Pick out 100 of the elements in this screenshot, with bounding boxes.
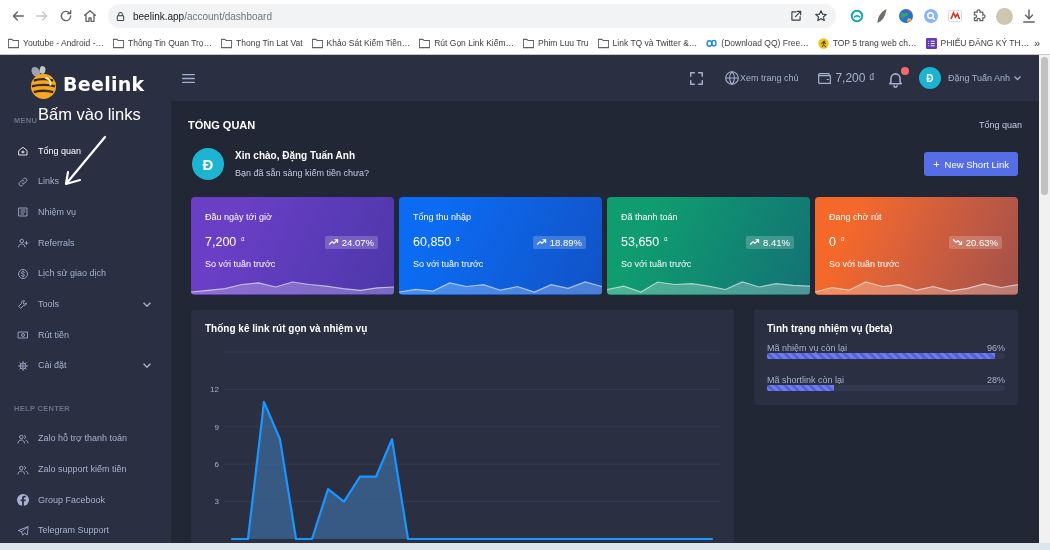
users-icon [17,463,29,476]
star-icon [814,9,828,23]
sidebar-item[interactable]: Cài đặt [0,360,171,372]
wallet-icon [818,71,832,85]
lock-icon [115,10,126,22]
sidebar-item[interactable]: Referrals [0,237,171,249]
bookmark-link[interactable]: Rút Gọn Link Kiếm… [419,37,515,49]
ring-icon [850,9,865,23]
bookmark-link[interactable]: Youtube - Android -… [8,37,104,49]
folder-icon [419,37,431,49]
stat-value: 0 $^{₫}$ [829,235,845,249]
bookmark-link[interactable]: Phim Luu Tru [523,37,589,49]
avatar-icon [995,7,1013,25]
menu-button[interactable] [182,71,195,85]
change-percent: 8.41% [763,236,790,248]
task-percent: 28% [987,375,1005,385]
wrench-icon [17,298,29,311]
arrow-right-icon [34,8,50,24]
sidebar-item[interactable]: Tổng quan [0,145,171,157]
task-label: Mã shortlink còn lại [767,375,845,385]
bookmark-link[interactable]: TOP 5 trang web ch… [817,37,917,49]
chevron-down-icon [143,363,151,369]
facebook-icon [17,494,29,507]
annotation-text: Bấm vào links [38,104,141,124]
new-short-link-button[interactable]: + New Short Link [924,152,1018,176]
share-icon [789,9,803,23]
link-icon [17,175,29,188]
task-label: Mã nhiệm vụ còn lại [767,343,848,353]
fullscreen-icon [689,71,703,85]
runner-icon [817,37,829,49]
menu-icon [182,71,195,85]
view-homepage-link[interactable]: Xem trang chủ [724,71,799,85]
sidebar-item[interactable]: Zalo hỗ trợ thanh toán [0,433,171,445]
sidebar-item[interactable]: Links [0,176,171,188]
puzzle-icon [972,9,987,23]
greeting-title: Xin chào, Đặng Tuấn Anh [235,149,356,162]
sidebar-item[interactable]: Nhiệm vụ [0,206,171,218]
fullscreen-button[interactable] [689,71,703,85]
banknote-icon [17,329,29,342]
greeting-subtitle: Bạn đã sẵn sàng kiếm tiền chưa? [235,167,370,179]
folder-icon [112,37,124,49]
bookmark-link[interactable]: PHIẾU ĐĂNG KÝ TH… [925,37,1030,49]
bookmark-link[interactable]: Khảo Sát Kiếm Tiền… [311,37,411,49]
folder-icon [221,37,233,49]
stat-title: Đầu ngày tới giờ [205,211,273,223]
brand-name: Beelink [63,72,145,95]
plus-icon: + [933,158,940,170]
bookmark-link[interactable]: Thông Tin Quan Trọ… [112,37,213,49]
stat-value: 7,200 $^{₫}$ [205,235,245,249]
stat-title: Tổng thu nhập [413,211,473,223]
task-status-title: Tình trạng nhiệm vụ (beta) [767,322,894,335]
sidebar-item[interactable]: Group Facebook [0,494,171,506]
chevron-down-icon [143,301,151,307]
stat-note: So với tuần trước [413,258,485,270]
url-text: beelink.app/account/dashboard [133,10,272,22]
avatar: Đ [192,148,224,180]
bee-icon [29,66,58,101]
logo-icon [948,9,963,23]
user-menu-button[interactable]: Đ Đặng Tuấn Anh [918,67,1021,89]
sidebar-item[interactable]: Telegram Support [0,525,171,537]
balance-button[interactable]: 7,200 ₫ [818,71,875,85]
user-plus-icon [17,237,29,250]
y-axis-label: 6 [214,460,219,469]
change-percent: 18.89% [549,236,582,248]
page-title: TỔNG QUAN [188,119,256,131]
settings-icon [17,359,29,372]
change-percent: 24.07% [341,236,374,248]
folder-icon [311,37,323,49]
avatar: Đ [918,67,941,89]
users-icon [17,432,29,445]
logo-icon [706,37,718,49]
chevron-down-icon [1014,76,1021,80]
y-axis-label: 9 [214,422,219,432]
more-bookmarks-button[interactable]: » [1031,37,1042,49]
task-percent: 96% [987,343,1005,353]
bookmark-link[interactable]: (Download QQ) Free… [706,37,809,49]
sidebar-item[interactable]: Rút tiền [0,329,171,341]
bookmark-link[interactable]: Thong Tin Lat Vat [221,37,303,49]
y-axis-label: 12 [210,385,219,395]
paper-plane-icon [17,524,29,537]
y-axis-label: 3 [214,497,219,507]
home-icon [17,145,29,157]
sidebar-item[interactable]: Lịch sử giao dịch [0,268,171,280]
bookmark-link[interactable]: Link TQ và Twitter &… [597,37,698,49]
search-icon [923,9,938,23]
globe-icon [899,9,914,23]
sidebar-item[interactable]: Tools [0,298,171,310]
stat-note: So với tuần trước [829,258,901,270]
stat-note: So với tuần trước [621,258,693,270]
sidebar-item[interactable]: Zalo support kiếm tiền [0,464,171,476]
folder-icon [8,37,19,49]
change-percent: 20.63% [965,236,998,248]
form-icon [925,37,937,49]
download-icon [1021,9,1036,23]
scrollbar-thumb[interactable] [1041,57,1048,195]
notifications-button[interactable] [888,66,909,90]
arrow-left-icon [10,8,26,24]
stat-value: 53,650 $^{₫}$ [621,235,668,249]
dollar-icon [17,267,29,280]
address-bar[interactable]: beelink.app/account/dashboard [108,4,836,28]
